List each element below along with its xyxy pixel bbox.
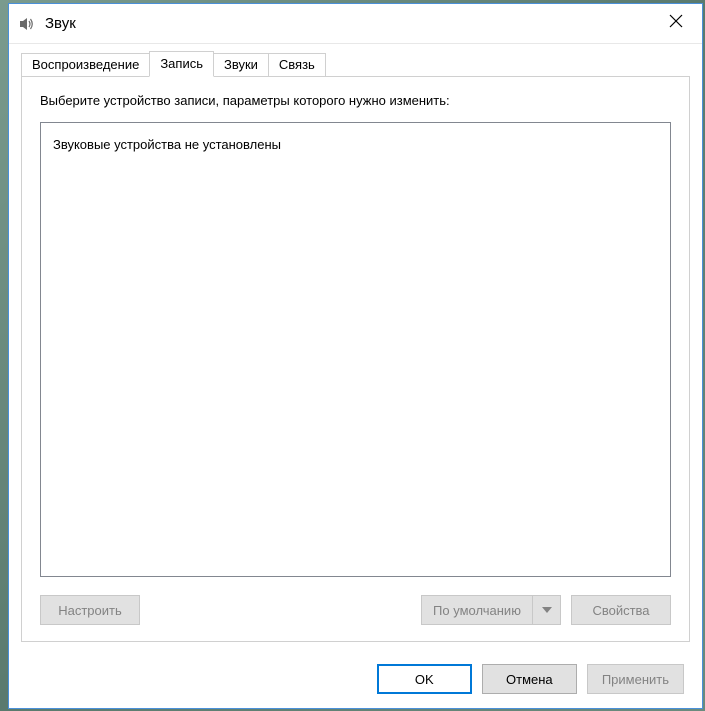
recording-panel: Выберите устройство записи, параметры ко… xyxy=(21,76,690,642)
device-list[interactable]: Звуковые устройства не установлены xyxy=(40,122,671,577)
sound-dialog: Звук Воспроизведение Запись Звуки Связь … xyxy=(8,3,703,709)
dialog-buttons: OK Отмена Применить xyxy=(9,654,702,708)
speaker-icon xyxy=(17,15,35,33)
cancel-button[interactable]: Отмена xyxy=(482,664,577,694)
chevron-down-icon xyxy=(532,596,560,624)
tab-sounds[interactable]: Звуки xyxy=(213,53,269,76)
close-button[interactable] xyxy=(653,6,698,36)
window-title: Звук xyxy=(45,15,653,32)
tab-communications[interactable]: Связь xyxy=(268,53,326,76)
panel-buttons: Настроить По умолчанию Свойства xyxy=(40,595,671,625)
empty-devices-message: Звуковые устройства не установлены xyxy=(53,137,281,152)
tab-playback[interactable]: Воспроизведение xyxy=(21,53,150,76)
titlebar: Звук xyxy=(9,4,702,44)
panel-instruction: Выберите устройство записи, параметры ко… xyxy=(40,93,671,108)
apply-button[interactable]: Применить xyxy=(587,664,684,694)
tabstrip: Воспроизведение Запись Звуки Связь xyxy=(9,44,702,76)
properties-button[interactable]: Свойства xyxy=(571,595,671,625)
tab-recording[interactable]: Запись xyxy=(149,51,214,77)
set-default-label: По умолчанию xyxy=(422,603,532,618)
ok-button[interactable]: OK xyxy=(377,664,472,694)
set-default-button[interactable]: По умолчанию xyxy=(421,595,561,625)
configure-button[interactable]: Настроить xyxy=(40,595,140,625)
